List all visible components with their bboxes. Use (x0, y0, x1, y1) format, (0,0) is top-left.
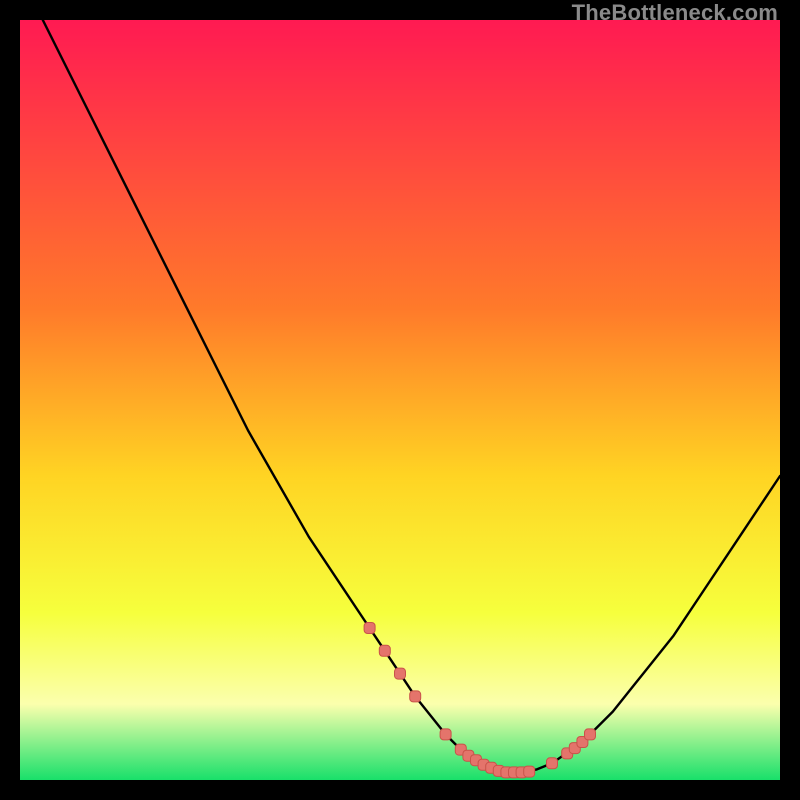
curve-marker (524, 766, 535, 777)
curve-marker (440, 729, 451, 740)
bottleneck-chart (20, 20, 780, 780)
curve-marker (364, 623, 375, 634)
curve-marker (379, 645, 390, 656)
curve-marker (547, 758, 558, 769)
curve-marker (585, 729, 596, 740)
curve-marker (395, 668, 406, 679)
heat-gradient-bg (20, 20, 780, 780)
watermark-text: TheBottleneck.com (572, 0, 778, 26)
curve-marker (410, 691, 421, 702)
plot-frame (20, 20, 780, 780)
